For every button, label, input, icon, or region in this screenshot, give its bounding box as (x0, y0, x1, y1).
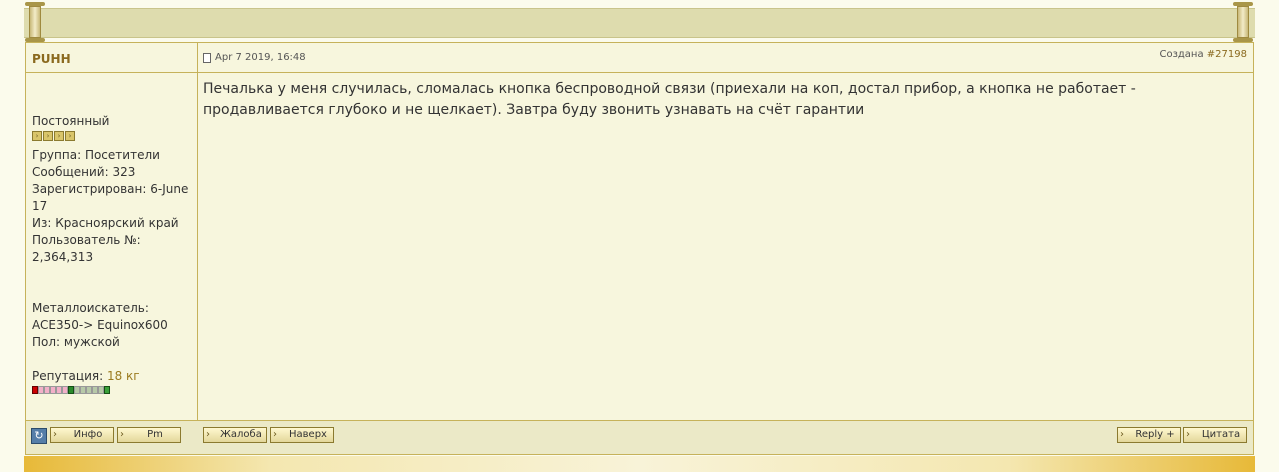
post-content: Apr 7 2019, 16:48 Создана #27198 Печальк… (197, 43, 1253, 454)
rep-plus-icon[interactable] (104, 386, 110, 394)
author-name[interactable]: PUHH (32, 52, 71, 66)
rank-star-icon: › (54, 131, 64, 141)
top-button[interactable]: Наверх (270, 427, 334, 443)
rank-stars: › › › › (32, 131, 194, 141)
refresh-icon[interactable]: ↻ (31, 428, 47, 444)
forum-post: PUHH Постоянный › › › › Группа: Посетите… (25, 42, 1254, 455)
user-rank: Постоянный (32, 114, 110, 128)
user-number: Пользователь №: 2,364,313 (32, 233, 141, 264)
author-panel: PUHH Постоянный › › › › Группа: Посетите… (26, 43, 198, 454)
post-id-link[interactable]: #27198 (1207, 49, 1247, 60)
author-info: Постоянный › › › › Группа: Посетители Со… (32, 113, 194, 394)
document-icon (203, 52, 211, 63)
user-location: Из: Красноярский край (32, 216, 179, 230)
reputation-value: 18 кг (106, 369, 140, 383)
user-reputation: Репутация: 18 кг (32, 369, 140, 383)
reply-button[interactable]: Reply + (1117, 427, 1181, 443)
rank-star-icon: › (65, 131, 75, 141)
user-detector: Металлоискатель: ACE350-> Equinox600 (32, 301, 168, 332)
reputation-bar (32, 386, 194, 394)
post-created: Создана #27198 (1159, 49, 1247, 60)
header-scroll-bar (24, 8, 1255, 38)
user-group: Группа: Посетители (32, 148, 160, 162)
next-post-band (24, 456, 1255, 472)
user-registered: Зарегистрирован: 6-June 17 (32, 182, 189, 213)
quote-button[interactable]: Цитата (1183, 427, 1247, 443)
scroll-ornament-right (1233, 2, 1253, 42)
rank-star-icon: › (43, 131, 53, 141)
scroll-ornament-left (25, 2, 45, 42)
user-posts: Сообщений: 323 (32, 165, 136, 179)
complaint-button[interactable]: Жалоба (203, 427, 267, 443)
info-button[interactable]: Инфо (50, 427, 114, 443)
user-gender: Пол: мужской (32, 335, 120, 349)
post-date: Apr 7 2019, 16:48 (203, 52, 306, 63)
post-message: Печалька у меня случилась, сломалась кно… (203, 81, 1136, 118)
rank-star-icon: › (32, 131, 42, 141)
pm-button[interactable]: Pm (117, 427, 181, 443)
